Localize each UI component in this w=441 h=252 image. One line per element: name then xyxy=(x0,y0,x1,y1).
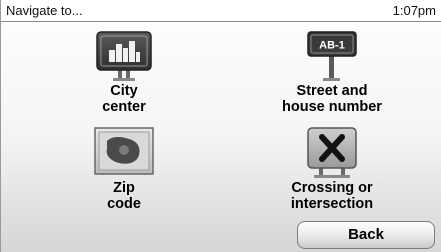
street-label-line-2: house number xyxy=(282,99,382,115)
street-label-line-1: Street and xyxy=(296,83,368,99)
city-center-label-line-2: center xyxy=(102,99,146,115)
crossing-or-intersection-label: Crossing or intersection xyxy=(261,180,403,212)
zip-code-label-line-1: Zip xyxy=(113,180,135,196)
zip-code-label: Zip code xyxy=(61,180,187,212)
city-center-label-line-1: City xyxy=(110,83,138,99)
screen-title: Navigate to... xyxy=(6,3,83,18)
crossing-x-sign-icon xyxy=(307,127,357,178)
zip-code-label-line-2: code xyxy=(107,196,141,212)
city-center-button[interactable]: City center xyxy=(61,28,187,123)
street-and-house-number-label: Street and house number xyxy=(261,83,403,115)
street-sign-icon: AB-1 xyxy=(307,31,357,81)
crossing-label-line-2: intersection xyxy=(290,196,374,212)
back-button[interactable]: Back xyxy=(297,221,435,249)
title-bar: Navigate to... 1:07pm xyxy=(1,0,441,22)
city-skyline-sign-icon xyxy=(96,31,152,81)
city-center-label: City center xyxy=(61,83,187,115)
crossing-or-intersection-button[interactable]: Crossing or intersection xyxy=(261,125,403,220)
street-sign-text: AB-1 xyxy=(319,40,345,52)
street-and-house-number-button[interactable]: AB-1 Street and house number xyxy=(261,28,403,123)
clock: 1:07pm xyxy=(392,3,436,18)
crossing-label-line-1: Crossing or xyxy=(291,180,373,196)
zip-code-button[interactable]: Zip code xyxy=(61,125,187,220)
map-area-icon xyxy=(94,127,154,175)
navigate-to-screen: Navigate to... 1:07pm City center AB-1 S… xyxy=(0,0,441,252)
